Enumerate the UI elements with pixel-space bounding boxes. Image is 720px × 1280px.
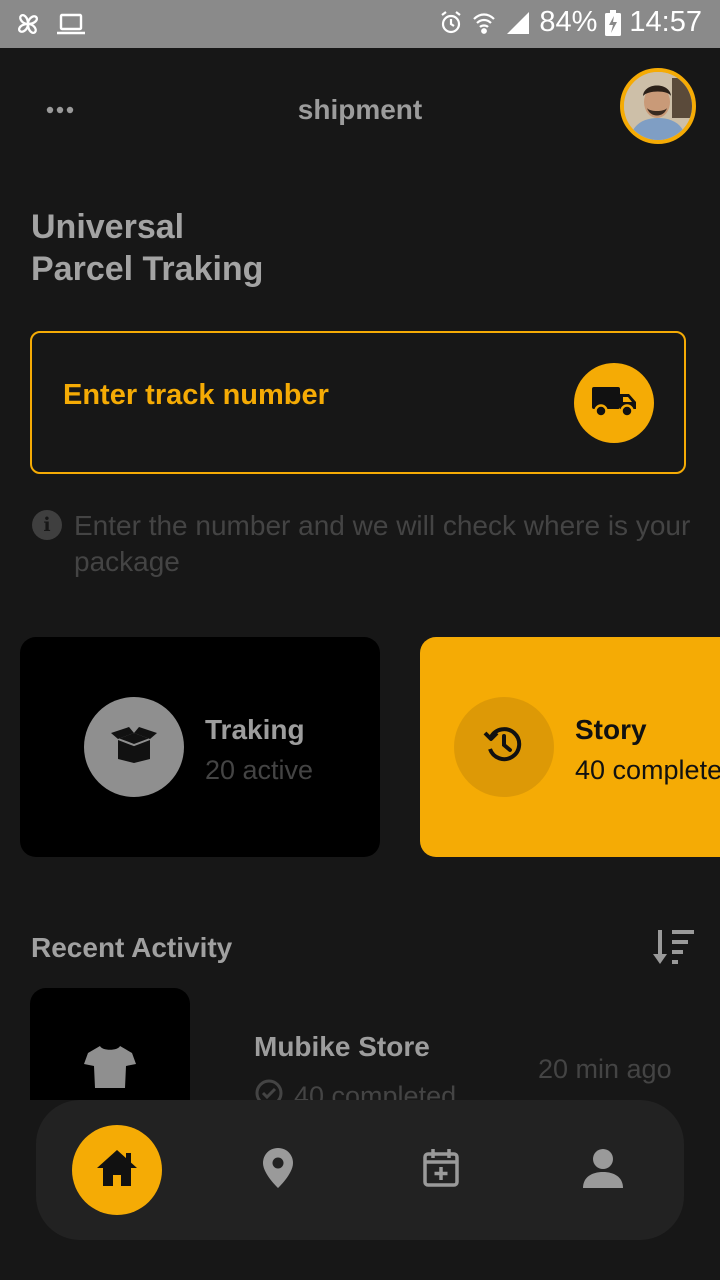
- nav-profile[interactable]: [558, 1125, 648, 1215]
- profile-icon: [582, 1148, 624, 1193]
- wifi-icon: [471, 10, 497, 36]
- story-card-subtitle: 40 completed: [575, 755, 720, 785]
- laptop-icon: [56, 12, 86, 41]
- location-icon: [262, 1147, 294, 1194]
- activity-status-text: 40 completed: [294, 1081, 457, 1100]
- pinwheel-icon: [14, 10, 42, 43]
- box-icon: [109, 725, 159, 770]
- info-icon: i: [32, 510, 62, 540]
- track-number-input[interactable]: Enter track number: [30, 331, 686, 474]
- alarm-icon: [439, 10, 463, 36]
- headline-line-1: Universal: [31, 208, 185, 246]
- page-title: shipment: [297, 94, 423, 125]
- activity-time: 20 min ago: [538, 1054, 672, 1084]
- activity-thumbnail: [30, 988, 190, 1100]
- headline-line-2: Parcel Traking: [31, 250, 264, 288]
- battery-charging-icon: [605, 9, 622, 36]
- avatar[interactable]: [620, 68, 696, 144]
- recent-activity-title: Recent Activity: [31, 932, 233, 963]
- nav-location[interactable]: [233, 1125, 323, 1215]
- clock-time: 14:57: [629, 6, 702, 38]
- track-number-placeholder: Enter track number: [63, 379, 329, 411]
- activity-status: 40 completed: [254, 1078, 456, 1100]
- hint-text: Enter the number and we will check where…: [74, 510, 691, 577]
- headline: Universal Parcel Traking: [31, 206, 263, 290]
- sort-icon: [650, 930, 698, 974]
- card-icon-circle: [84, 697, 184, 797]
- story-card-title: Story: [575, 714, 647, 745]
- track-search-button[interactable]: [574, 363, 654, 443]
- signal-icon: [505, 10, 531, 36]
- truck-icon: [590, 383, 638, 424]
- tracking-card-title: Traking: [205, 714, 305, 745]
- history-icon: [482, 723, 526, 772]
- sort-button[interactable]: [650, 926, 698, 970]
- battery-percentage: 84%: [539, 6, 598, 38]
- tracking-card-subtitle: 20 active: [205, 755, 314, 785]
- calendar-add-icon: [422, 1148, 460, 1193]
- nav-calendar-add[interactable]: [396, 1125, 486, 1215]
- card-icon-circle: [454, 697, 554, 797]
- home-icon: [95, 1148, 139, 1193]
- tshirt-icon: [84, 1044, 136, 1093]
- nav-home[interactable]: [72, 1125, 162, 1215]
- list-item[interactable]: Mubike Store 40 completed 20 min ago: [30, 988, 690, 1100]
- check-circle-icon: [254, 1078, 284, 1100]
- bottom-nav: [36, 1100, 684, 1240]
- avatar-photo: [624, 72, 692, 140]
- tracking-card[interactable]: Traking 20 active: [20, 637, 380, 857]
- story-card[interactable]: Story 40 completed: [420, 637, 720, 857]
- activity-store-name: Mubike Store: [254, 1031, 430, 1062]
- status-bar: 84% 14:57: [0, 0, 720, 48]
